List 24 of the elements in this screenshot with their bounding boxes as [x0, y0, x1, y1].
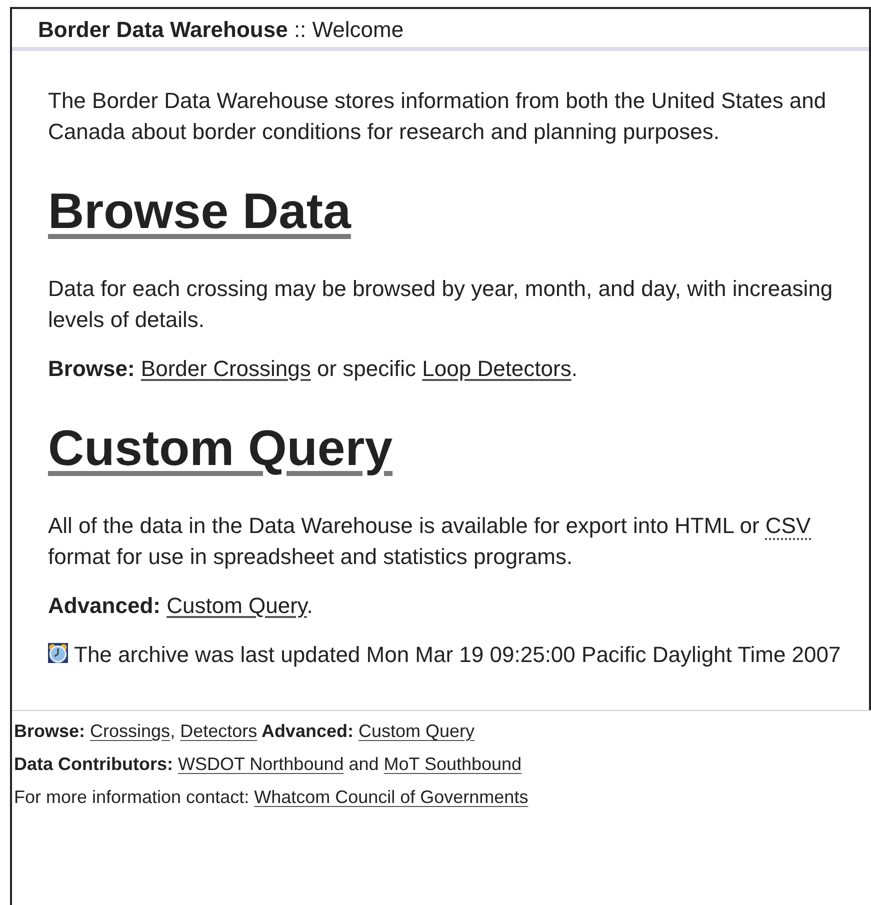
link[interactable]: WSDOT Northbound — [178, 754, 344, 774]
paragraph: Advanced: Custom Query. — [48, 592, 314, 620]
alarm-clock-icon — [48, 643, 68, 663]
link[interactable]: Detectors — [180, 721, 258, 741]
section-heading-link[interactable]: Browse Data — [48, 183, 351, 239]
footer-line: Data Contributors: WSDOT Northbound and MoT Southbound — [14, 753, 523, 776]
section-heading-link[interactable]: Custom Query — [48, 420, 393, 476]
link[interactable]: Border Crossings — [140, 356, 311, 381]
paragraph: The Border Data Warehouse stores information from both the United States and Canada about border conditions for research and planning purposes. — [48, 87, 828, 146]
link[interactable]: Whatcom Council of Governments — [254, 787, 528, 807]
link[interactable]: Crossings — [90, 721, 170, 741]
footer-line: For more information contact: Whatcom Council of Governments — [14, 786, 530, 809]
link[interactable]: Custom Query — [166, 593, 307, 618]
paragraph: Browse: Border Crossings or specific Loop Detectors. — [48, 355, 578, 383]
link[interactable]: MoT Southbound — [384, 754, 522, 774]
abbreviation: CSV — [765, 513, 811, 540]
update-notice: The archive was last updated Mon Mar 19 09:25:00 Pacific Daylight Time 2007 — [74, 642, 841, 667]
paragraph: All of the data in the Data Warehouse is available for export into HTML or CSV format for use in spreadsheet and statistics programs. — [48, 512, 812, 571]
site-title: Border Data Warehouse — [38, 17, 288, 42]
link[interactable]: Custom Query — [358, 721, 475, 741]
page-title: :: Welcome — [292, 17, 404, 42]
link[interactable]: Loop Detectors — [422, 356, 572, 381]
paragraph: Data for each crossing may be browsed by year, month, and day, with increasing levels of details. — [48, 275, 834, 334]
footer-line: Browse: Crossings, Detectors Advanced: Custom Query — [14, 720, 476, 743]
